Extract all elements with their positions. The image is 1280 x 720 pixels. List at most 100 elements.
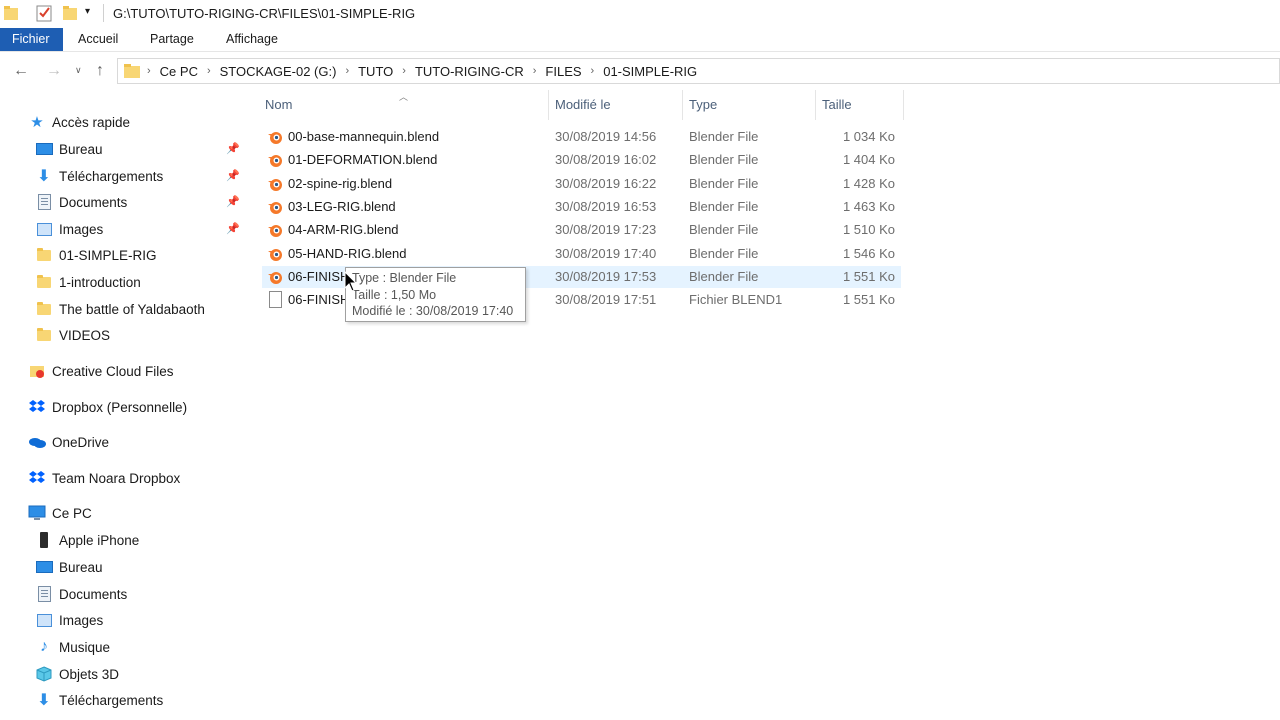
pin-icon[interactable]: 📌 <box>226 142 240 155</box>
sidebar-item-desktop[interactable]: Bureau <box>35 555 103 579</box>
file-name: 02-spine-rig.blend <box>288 176 393 191</box>
tab-share[interactable]: Partage <box>138 28 206 52</box>
breadcrumb-item[interactable]: 01-SIMPLE-RIG <box>603 64 697 79</box>
title-bar: ▾ G:\TUTO\TUTO-RIGING-CR\FILES\01-SIMPLE… <box>0 0 1280 28</box>
file-name: 05-HAND-RIG.blend <box>288 246 407 261</box>
sidebar-item-documents[interactable]: Documents <box>35 582 127 606</box>
blender-icon <box>268 272 282 284</box>
file-row[interactable]: 03-LEG-RIG.blend 30/08/2019 16:53 Blender … <box>262 196 901 218</box>
sidebar-item-creative-cloud[interactable]: Creative Cloud Files <box>28 359 174 383</box>
sidebar-item-downloads[interactable]: ⬇ Téléchargements <box>35 164 163 188</box>
pin-icon[interactable]: 📌 <box>226 195 240 208</box>
sidebar-item-images[interactable]: Images <box>35 217 103 241</box>
address-bar[interactable]: › Ce PC › STOCKAGE-02 (G:) › TUTO › TUTO… <box>117 58 1280 84</box>
sidebar-item-this-pc[interactable]: Ce PC <box>28 501 92 525</box>
blender-icon <box>268 249 282 261</box>
column-divider[interactable] <box>548 90 549 120</box>
column-divider[interactable] <box>903 90 904 120</box>
sidebar-item-folder[interactable]: 1-introduction <box>35 270 141 294</box>
sidebar-item-label: Dropbox (Personnelle) <box>52 399 188 415</box>
folder-icon[interactable] <box>4 5 18 21</box>
sidebar-item-iphone[interactable]: Apple iPhone <box>35 528 139 552</box>
customize-toolbar-icon[interactable]: ▾ <box>85 6 99 22</box>
sidebar-item-label: Téléchargements <box>59 692 164 708</box>
file-size: 1 404 Ko <box>842 152 895 167</box>
breadcrumb-item[interactable]: FILES <box>545 64 581 79</box>
creative-cloud-icon <box>28 362 46 380</box>
file-type: Blender File <box>689 246 759 261</box>
file-name: 01-DEFORMATION.blend <box>288 152 438 167</box>
sidebar-item-dropbox[interactable]: Dropbox (Personnelle) <box>28 395 187 419</box>
folder-icon <box>35 273 53 291</box>
sidebar-item-documents[interactable]: Documents <box>35 190 127 214</box>
sidebar-item-label: Apple iPhone <box>59 532 140 548</box>
sidebar-item-desktop[interactable]: Bureau <box>35 137 103 161</box>
file-size: 1 551 Ko <box>842 269 895 284</box>
sidebar-item-downloads[interactable]: ⬇ Téléchargements <box>35 688 163 712</box>
sidebar-item-label: OneDrive <box>52 434 110 450</box>
file-row[interactable]: 02-spine-rig.blend 30/08/2019 16:22 Blende… <box>262 173 901 195</box>
breadcrumb-item[interactable]: TUTO-RIGING-CR <box>415 64 524 79</box>
chevron-right-icon[interactable]: › <box>533 65 537 77</box>
column-header-size[interactable]: Taille <box>822 96 852 120</box>
breadcrumb-item[interactable]: Ce PC <box>160 64 198 79</box>
column-divider[interactable] <box>815 90 816 120</box>
sidebar-item-quick-access[interactable]: ★ Accès rapide <box>28 110 130 134</box>
tooltip-type: Type : Blender File <box>352 271 457 285</box>
column-header-modified[interactable]: Modifié le <box>555 96 611 120</box>
column-header-type[interactable]: Type <box>689 96 717 120</box>
sidebar-item-folder[interactable]: VIDEOS <box>35 323 110 347</box>
column-header-name[interactable]: Nom <box>265 96 292 120</box>
file-row[interactable]: 01-DEFORMATION.blend 30/08/2019 16:02 Blen… <box>262 149 901 171</box>
back-arrow-icon[interactable]: ← <box>13 62 29 80</box>
sidebar-item-3d-objects[interactable]: Objets 3D <box>35 662 119 686</box>
pin-icon[interactable]: 📌 <box>226 222 240 235</box>
sidebar-item-team-dropbox[interactable]: Team Noara Dropbox <box>28 466 180 490</box>
recent-locations-icon[interactable]: ∨ <box>75 65 82 76</box>
file-type: Blender File <box>689 152 759 167</box>
file-name: 03-LEG-RIG.blend <box>288 199 396 214</box>
chevron-right-icon[interactable]: › <box>345 65 349 77</box>
music-icon: ♪ <box>40 638 48 655</box>
column-divider[interactable] <box>682 90 683 120</box>
sidebar-item-music[interactable]: ♪ Musique <box>35 635 110 659</box>
sidebar-item-folder[interactable]: 01-SIMPLE-RIG <box>35 243 157 267</box>
forward-arrow-icon[interactable]: → <box>46 62 62 80</box>
file-modified: 30/08/2019 14:56 <box>555 129 657 144</box>
breadcrumb-item[interactable]: TUTO <box>358 64 393 79</box>
properties-icon[interactable] <box>36 4 52 22</box>
file-size: 1 034 Ko <box>842 129 895 144</box>
mouse-cursor-icon <box>344 271 358 292</box>
new-folder-icon[interactable] <box>63 5 77 21</box>
chevron-right-icon[interactable]: › <box>591 65 595 77</box>
tooltip-modified: Modifié le : 30/08/2019 17:40 <box>352 304 514 318</box>
sidebar-item-onedrive[interactable]: OneDrive <box>28 430 109 454</box>
file-name: 06-FINISH <box>288 292 350 307</box>
sidebar-item-images[interactable]: Images <box>35 608 103 632</box>
breadcrumb-item[interactable]: STOCKAGE-02 (G:) <box>220 64 337 79</box>
pin-icon[interactable]: 📌 <box>226 169 240 182</box>
file-row[interactable]: 00-base-mannequin.blend 30/08/2019 14:56 B… <box>262 126 901 148</box>
file-size: 1 463 Ko <box>842 199 895 214</box>
sidebar-item-label: 01-SIMPLE-RIG <box>59 247 157 263</box>
chevron-right-icon: › <box>147 65 151 77</box>
sidebar-item-folder[interactable]: The battle of Yaldabaoth <box>35 297 205 321</box>
documents-icon <box>35 585 53 603</box>
computer-icon <box>28 504 46 522</box>
file-modified: 30/08/2019 17:23 <box>555 222 657 237</box>
file-modified: 30/08/2019 17:51 <box>555 292 657 307</box>
tab-view[interactable]: Affichage <box>214 28 290 52</box>
tab-file[interactable]: Fichier <box>0 28 63 52</box>
file-row[interactable]: 04-ARM-RIG.blend 30/08/2019 17:23 Blender … <box>262 219 901 241</box>
up-arrow-icon[interactable]: ↑ <box>96 62 104 80</box>
file-row[interactable]: 05-HAND-RIG.blend 30/08/2019 17:40 Blender… <box>262 243 901 265</box>
file-size: 1 551 Ko <box>842 292 895 307</box>
tab-home[interactable]: Accueil <box>66 28 130 52</box>
sort-ascending-icon: ︿ <box>399 92 409 102</box>
chevron-right-icon[interactable]: › <box>402 65 406 77</box>
file-type: Fichier BLEND1 <box>689 292 783 307</box>
file-modified: 30/08/2019 16:53 <box>555 199 657 214</box>
ribbon-tabs: Fichier Accueil Partage Affichage <box>0 28 1280 52</box>
file-modified: 30/08/2019 16:22 <box>555 176 657 191</box>
chevron-right-icon[interactable]: › <box>207 65 211 77</box>
